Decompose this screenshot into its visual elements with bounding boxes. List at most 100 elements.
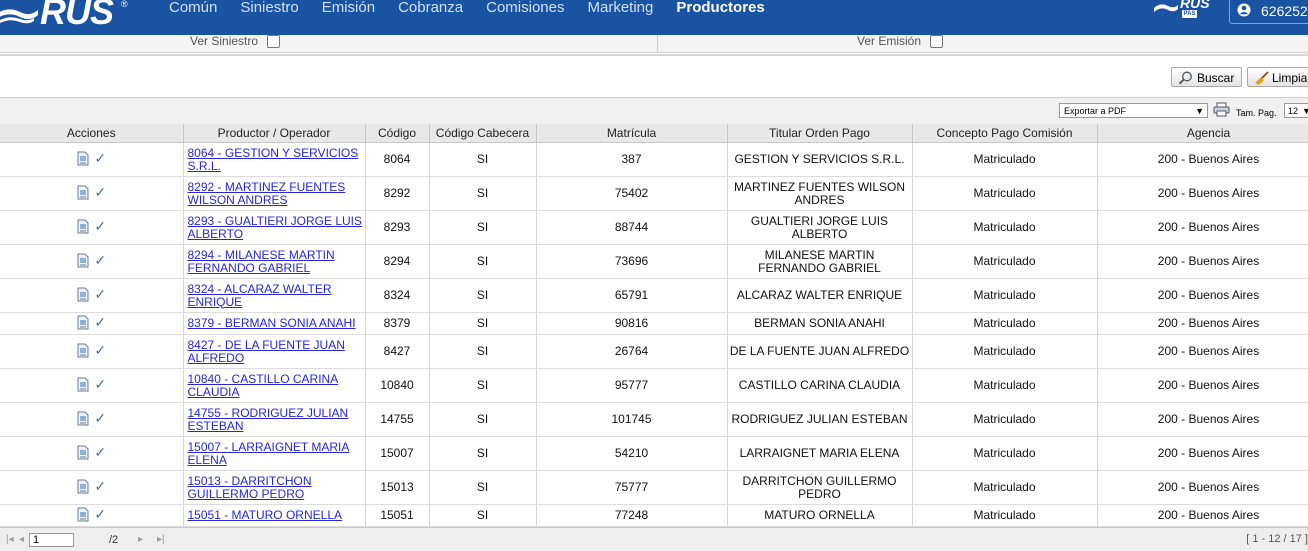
page-size-value: 12 xyxy=(1288,106,1299,116)
agencia-cell: 200 - Buenos Aires xyxy=(1097,368,1308,403)
view-detail-icon[interactable] xyxy=(76,315,90,330)
concepto-cell: Matriculado xyxy=(912,278,1098,313)
view-detail-icon[interactable] xyxy=(76,377,90,392)
page-size-select[interactable]: 12 ▼ xyxy=(1284,103,1308,118)
select-check-icon[interactable]: ✓ xyxy=(94,343,106,357)
nav-item-marketing[interactable]: Marketing xyxy=(588,0,654,20)
column-header-concepto[interactable]: Concepto Pago Comisión xyxy=(912,124,1098,143)
productor-link[interactable]: 8064 - GESTION Y SERVICIOS S.R.L. xyxy=(188,146,359,173)
nav-item-productores[interactable]: Productores xyxy=(676,0,764,20)
concepto-cell: Matriculado xyxy=(912,142,1098,177)
view-detail-icon[interactable] xyxy=(76,343,90,358)
print-icon[interactable] xyxy=(1213,102,1230,117)
matricula-cell: 387 xyxy=(536,142,728,177)
ver-emision-checkbox[interactable] xyxy=(930,35,943,48)
select-check-icon[interactable]: ✓ xyxy=(94,253,106,267)
view-detail-icon[interactable] xyxy=(76,185,90,200)
productor-cell: 8379 - BERMAN SONIA ANAHI xyxy=(183,312,366,335)
view-detail-icon[interactable] xyxy=(76,287,90,302)
matricula-cell: 75777 xyxy=(536,470,728,505)
concepto-cell: Matriculado xyxy=(912,334,1098,369)
mini-logo-sub: PAS xyxy=(1182,10,1197,18)
select-check-icon[interactable]: ✓ xyxy=(94,479,106,493)
user-menu[interactable]: 626252 xyxy=(1229,0,1308,24)
top-navigation-bar: RUS ® Común Siniestro Emisión Cobranza C… xyxy=(0,0,1308,35)
productor-link[interactable]: 8324 - ALCARAZ WALTER ENRIQUE xyxy=(188,282,332,309)
productor-link[interactable]: 15007 - LARRAIGNET MARIA ELENA xyxy=(188,440,350,467)
select-check-icon[interactable]: ✓ xyxy=(94,445,106,459)
titular-cell: ALCARAZ WALTER ENRIQUE xyxy=(727,278,913,313)
select-check-icon[interactable]: ✓ xyxy=(94,507,106,521)
ver-siniestro-checkbox[interactable] xyxy=(267,35,280,48)
column-header-productor[interactable]: Productor / Operador xyxy=(183,124,366,143)
productor-link[interactable]: 15013 - DARRITCHON GUILLERMO PEDRO xyxy=(188,474,312,501)
select-check-icon[interactable]: ✓ xyxy=(94,219,106,233)
row-actions-cell: ✓ xyxy=(0,504,184,527)
codigo-cell: 15051 xyxy=(365,504,430,527)
select-check-icon[interactable]: ✓ xyxy=(94,315,106,329)
agencia-cell: 200 - Buenos Aires xyxy=(1097,334,1308,369)
first-page-icon[interactable]: |◂ xyxy=(6,534,14,545)
last-page-icon[interactable]: ▸| xyxy=(157,534,165,545)
codigo-cabecera-cell: SI xyxy=(429,142,537,177)
agencia-cell: 200 - Buenos Aires xyxy=(1097,278,1308,313)
row-actions-cell: ✓ xyxy=(0,244,184,279)
view-detail-icon[interactable] xyxy=(76,445,90,460)
codigo-cabecera-cell: SI xyxy=(429,402,537,437)
view-detail-icon[interactable] xyxy=(76,507,90,522)
productor-cell: 8427 - DE LA FUENTE JUAN ALFREDO xyxy=(183,334,366,369)
table-row: ✓ 8064 - GESTION Y SERVICIOS S.R.L. 8064… xyxy=(0,142,1308,177)
view-detail-icon[interactable] xyxy=(76,411,90,426)
concepto-cell: Matriculado xyxy=(912,312,1098,335)
row-actions-cell: ✓ xyxy=(0,334,184,369)
column-header-matricula[interactable]: Matrícula xyxy=(536,124,728,143)
select-check-icon[interactable]: ✓ xyxy=(94,377,106,391)
view-detail-icon[interactable] xyxy=(76,219,90,234)
column-header-titular[interactable]: Titular Orden Pago xyxy=(727,124,913,143)
view-detail-icon[interactable] xyxy=(76,479,90,494)
nav-item-comun[interactable]: Común xyxy=(169,0,217,20)
nav-item-cobranza[interactable]: Cobranza xyxy=(398,0,463,20)
mini-wave-icon xyxy=(1154,4,1178,12)
logo-wave-icon xyxy=(0,9,38,24)
next-page-icon[interactable]: ▸ xyxy=(138,534,143,545)
productor-link[interactable]: 8427 - DE LA FUENTE JUAN ALFREDO xyxy=(188,338,345,365)
matricula-cell: 65791 xyxy=(536,278,728,313)
select-check-icon[interactable]: ✓ xyxy=(94,185,106,199)
productor-link[interactable]: 8293 - GUALTIERI JORGE LUIS ALBERTO xyxy=(188,214,363,241)
select-check-icon[interactable]: ✓ xyxy=(94,151,106,165)
productor-link[interactable]: 14755 - RODRIGUEZ JULIAN ESTEBAN xyxy=(188,406,349,433)
rus-pas-logo: RUS PAS xyxy=(1153,0,1210,33)
buscar-label: Buscar xyxy=(1197,71,1235,85)
productor-link[interactable]: 10840 - CASTILLO CARINA CLAUDIA xyxy=(188,372,339,399)
nav-item-siniestro[interactable]: Siniestro xyxy=(240,0,298,20)
column-header-acciones[interactable]: Acciones xyxy=(0,124,184,143)
row-actions-cell: ✓ xyxy=(0,176,184,211)
view-detail-icon[interactable] xyxy=(76,151,90,166)
codigo-cell: 15013 xyxy=(365,470,430,505)
productor-link[interactable]: 8294 - MILANESE MARTIN FERNANDO GABRIEL xyxy=(188,248,335,275)
productor-link[interactable]: 8292 - MARTINEZ FUENTES WILSON ANDRES xyxy=(188,180,346,207)
limpiar-button[interactable]: Limpiar xyxy=(1247,67,1308,87)
codigo-cell: 8379 xyxy=(365,312,430,335)
titular-cell: GESTION Y SERVICIOS S.R.L. xyxy=(727,142,913,177)
column-header-codigo-cabecera[interactable]: Código Cabecera xyxy=(429,124,537,143)
productor-cell: 8293 - GUALTIERI JORGE LUIS ALBERTO xyxy=(183,210,366,245)
column-header-agencia[interactable]: Agencia xyxy=(1097,124,1308,143)
productor-cell: 8292 - MARTINEZ FUENTES WILSON ANDRES xyxy=(183,176,366,211)
agencia-cell: 200 - Buenos Aires xyxy=(1097,470,1308,505)
select-check-icon[interactable]: ✓ xyxy=(94,411,106,425)
buscar-button[interactable]: Buscar xyxy=(1171,67,1242,87)
export-select[interactable]: Exportar a PDF ▼ xyxy=(1059,103,1208,118)
titular-cell: GUALTIERI JORGE LUIS ALBERTO xyxy=(727,210,913,245)
productor-link[interactable]: 8379 - BERMAN SONIA ANAHI xyxy=(188,316,356,330)
nav-item-comisiones[interactable]: Comisiones xyxy=(486,0,564,20)
codigo-cell: 8064 xyxy=(365,142,430,177)
page-number-input[interactable]: 1 xyxy=(29,533,74,547)
column-header-codigo[interactable]: Código xyxy=(365,124,430,143)
select-check-icon[interactable]: ✓ xyxy=(94,287,106,301)
nav-item-emision[interactable]: Emisión xyxy=(322,0,375,20)
view-detail-icon[interactable] xyxy=(76,253,90,268)
prev-page-icon[interactable]: ◂ xyxy=(19,534,24,545)
productor-link[interactable]: 15051 - MATURO ORNELLA xyxy=(188,508,343,522)
